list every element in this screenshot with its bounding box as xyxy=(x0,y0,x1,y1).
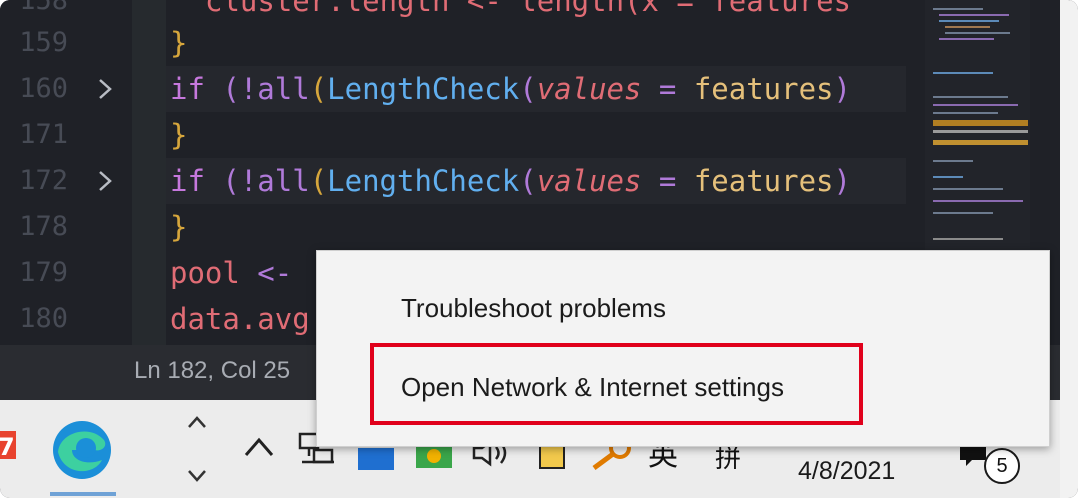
code-text: } xyxy=(170,210,188,244)
cursor-position[interactable]: Ln 182, Col 25 xyxy=(134,357,290,385)
code-text: if (!all(LengthCheck(values = features) xyxy=(170,164,851,198)
code-line-178: 178 } xyxy=(0,204,910,250)
edge-browser-icon[interactable] xyxy=(50,418,114,482)
app-icon[interactable] xyxy=(358,444,394,470)
code-text: pool <- xyxy=(170,256,293,290)
context-menu: Troubleshoot problems Open Network & Int… xyxy=(316,250,1050,447)
line-number: 180 xyxy=(19,303,68,334)
line-number: 171 xyxy=(19,119,68,150)
code-line-159: 159 } xyxy=(0,20,910,66)
code-line-172[interactable]: 172 if (!all(LengthCheck(values = featur… xyxy=(0,158,910,204)
chevron-up-icon[interactable] xyxy=(243,436,275,458)
notification-count-badge[interactable]: 5 xyxy=(984,448,1020,484)
code-line-171: 171 } xyxy=(0,112,910,158)
code-text: } xyxy=(170,26,188,60)
code-text: data.avg xyxy=(170,302,310,336)
minimap[interactable] xyxy=(925,0,1030,250)
line-number: 178 xyxy=(19,211,68,242)
chevron-down-icon[interactable] xyxy=(186,468,208,484)
code-line-160[interactable]: 160 if (!all(LengthCheck(values = featur… xyxy=(0,66,910,112)
screenshot: 158 cluster.length <- length(x = feature… xyxy=(0,0,1078,498)
code-text: } xyxy=(170,118,188,152)
chevron-right-icon[interactable] xyxy=(95,78,115,100)
chevron-up-icon[interactable] xyxy=(186,414,208,430)
svg-text:7: 7 xyxy=(0,433,15,461)
menu-item-open-network-settings[interactable]: Open Network & Internet settings xyxy=(401,372,784,403)
active-app-indicator xyxy=(50,492,116,496)
menu-item-troubleshoot[interactable]: Troubleshoot problems xyxy=(401,293,666,324)
line-number: 179 xyxy=(19,257,68,288)
clock-date[interactable]: 4/8/2021 xyxy=(798,457,895,486)
line-number: 172 xyxy=(19,165,68,196)
line-number: 159 xyxy=(19,27,68,58)
code-text: if (!all(LengthCheck(values = features) xyxy=(170,72,851,106)
app-icon[interactable]: 7 xyxy=(0,425,22,465)
line-number: 160 xyxy=(19,73,68,104)
scrollbar[interactable] xyxy=(1060,0,1078,498)
chevron-right-icon[interactable] xyxy=(95,170,115,192)
